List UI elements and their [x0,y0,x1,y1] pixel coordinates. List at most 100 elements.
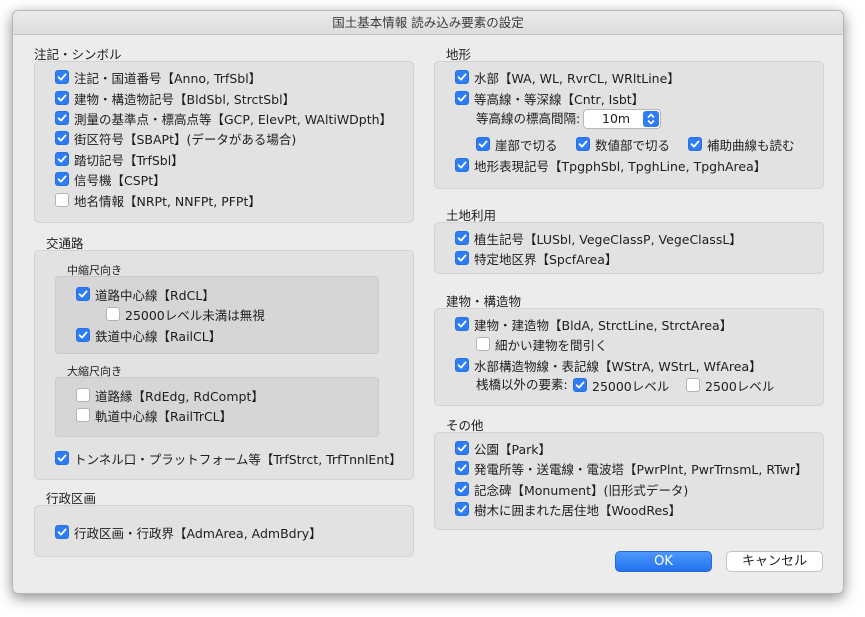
checkbox-row-cut-numeric[interactable]: 数値部で切る [576,135,670,153]
contour-interval-select[interactable]: 10m [583,109,661,129]
checkbox[interactable] [476,337,490,351]
checkbox-row-building[interactable]: 建物・建造物【BldA, StrctLine, StrctArea】 [455,315,732,333]
checkbox-label: トンネル口・プラットフォーム等【TrfStrct, TrfTnnlEnt】 [74,451,402,467]
checkbox[interactable] [573,378,587,392]
checkmark-icon [57,528,67,536]
checkbox[interactable] [455,70,469,84]
cancel-button[interactable]: キャンセル [726,551,823,572]
checkbox-label: 行政区画・行政界【AdmArea, AdmBdry】 [74,525,322,541]
checkbox-label: 信号機【CSPt】 [74,172,166,188]
ok-button[interactable]: OK [615,551,712,572]
checkbox[interactable] [76,287,90,301]
checkbox[interactable] [55,525,69,539]
checkbox[interactable] [106,307,120,321]
checkbox[interactable] [476,137,490,151]
checkbox-row-water-structure[interactable]: 水部構造物線・表記線【WStrA, WStrL, WfArea】 [455,356,762,374]
checkmark-icon [578,140,588,148]
checkbox[interactable] [455,91,469,105]
checkbox-label: 道路中心線【RdCL】 [95,287,215,303]
checkbox[interactable] [55,193,69,207]
checkbox[interactable] [455,502,469,516]
checkbox-row-annotation[interactable]: 注記・国道番号【Anno, TrfSbl】 [55,68,261,86]
checkbox-label: 2500レベル [705,378,775,394]
checkmark-icon [457,485,467,493]
checkbox[interactable] [55,70,69,84]
checkbox[interactable] [686,378,700,392]
checkbox-row-ignore-level[interactable]: 25000レベル未満は無視 [106,305,265,323]
checkmark-icon [457,94,467,102]
checkbox-row-rail-center[interactable]: 鉄道中心線【RailCL】 [76,326,221,344]
checkbox-label: 発電所等・送電線・電波塔【PwrPlnt, PwrTrnsmL, RTwr】 [474,461,808,477]
checkbox-row-terrain-symbol[interactable]: 地形表現記号【TpgphSbl, TpghLine, TpghArea】 [455,156,766,174]
checkbox-row-level-2500[interactable]: 2500レベル [686,376,774,394]
checkmark-icon [57,94,67,102]
checkbox[interactable] [55,152,69,166]
checkbox-label: 軌道中心線【RailTrCL】 [95,408,233,424]
checkbox[interactable] [455,231,469,245]
checkbox[interactable] [455,317,469,331]
checkbox-label: 注記・国道番号【Anno, TrfSbl】 [74,70,262,86]
checkbox[interactable] [455,251,469,265]
checkbox-row-track-center[interactable]: 軌道中心線【RailTrCL】 [76,406,232,424]
checkbox-label: 踏切記号【TrfSbl】 [74,152,184,168]
checkbox[interactable] [455,461,469,475]
checkmark-icon [457,234,467,242]
checkbox-label: 公園【Park】 [474,441,552,457]
checkbox[interactable] [576,137,590,151]
checkmark-icon [457,505,467,513]
checkbox-row-road-edge[interactable]: 道路縁【RdEdg, RdCompt】 [76,386,264,404]
checkbox-row-power-plant[interactable]: 発電所等・送電線・電波塔【PwrPlnt, PwrTrnsmL, RTwr】 [455,459,808,477]
checkbox[interactable] [455,358,469,372]
checkbox-row-contour[interactable]: 等高線・等深線【Cntr, Isbt】 [455,89,644,107]
checkbox-label: 植生記号【LUSbl, VegeClassP, VegeClassL】 [474,231,742,247]
checkbox[interactable] [76,328,90,342]
checkbox-row-place-name[interactable]: 地名情報【NRPt, NNFPt, PFPt】 [55,191,261,209]
checkbox[interactable] [455,482,469,496]
checkbox-row-cut-cliff[interactable]: 崖部で切る [476,135,558,153]
checkbox-row-water[interactable]: 水部【WA, WL, RvrCL, WRltLine】 [455,68,680,86]
checkmark-icon [57,155,67,163]
checkbox-row-vegetation[interactable]: 植生記号【LUSbl, VegeClassP, VegeClassL】 [455,229,742,247]
contour-interval-label: 等高線の標高間隔: [476,111,581,126]
checkbox[interactable] [76,408,90,422]
checkbox-label: 建物・建造物【BldA, StrctLine, StrctArea】 [474,317,733,333]
checkbox-row-block-code[interactable]: 街区符号【SBAPt】(データがある場合) [55,129,296,147]
checkbox-row-tunnel[interactable]: トンネル口・プラットフォーム等【TrfStrct, TrfTnnlEnt】 [55,449,402,467]
checkbox[interactable] [688,137,702,151]
checkbox-label: 崖部で切る [495,137,558,153]
window-title: 国土基本情報 読み込み要素の設定 [13,11,843,35]
checkbox[interactable] [55,131,69,145]
checkbox[interactable] [455,158,469,172]
checkmark-icon [575,381,585,389]
checkbox[interactable] [76,388,90,402]
checkmark-icon [478,140,488,148]
checkbox[interactable] [455,441,469,455]
checkbox[interactable] [55,172,69,186]
checkbox[interactable] [55,111,69,125]
checkbox-row-monument[interactable]: 記念碑【Monument】(旧形式データ) [455,480,688,498]
checkbox-row-thin-buildings[interactable]: 細かい建物を間引く [476,335,608,353]
checkbox-row-signal[interactable]: 信号機【CSPt】 [55,170,166,188]
checkbox-label: 数値部で切る [595,137,671,153]
checkbox-row-special-area[interactable]: 特定地区界【SpcfArea】 [455,249,617,267]
checkbox-row-wooded-residence[interactable]: 樹木に囲まれた居住地【WoodRes】 [455,500,681,518]
checkbox[interactable] [55,91,69,105]
checkbox-label: 25000レベル未満は無視 [125,307,265,323]
checkbox-label: 記念碑【Monument】(旧形式データ) [474,482,689,498]
checkbox[interactable] [55,451,69,465]
checkbox-row-building-symbol[interactable]: 建物・構造物記号【BldSbl, StrctSbl】 [55,89,295,107]
checkbox-row-aux-contour[interactable]: 補助曲線も読む [688,135,795,153]
checkmark-icon [457,320,467,328]
checkbox-row-admin-area[interactable]: 行政区画・行政界【AdmArea, AdmBdry】 [55,523,322,541]
checkmark-icon [457,361,467,369]
checkbox-row-survey-point[interactable]: 測量の基準点・標高点等【GCP, ElevPt, WAltiWDpth】 [55,109,392,127]
contour-interval-value: 10m [602,111,631,126]
checkmark-icon [78,290,88,298]
checkbox-label: 地形表現記号【TpgphSbl, TpghLine, TpghArea】 [474,158,767,174]
settings-dialog: 国土基本情報 読み込み要素の設定 注記・シンボル 注記・国道番号【Anno, T… [12,10,844,594]
checkmark-icon [57,114,67,122]
checkbox-row-level-25000[interactable]: 25000レベル [573,376,669,394]
checkbox-row-road-center[interactable]: 道路中心線【RdCL】 [76,285,215,303]
checkbox-row-crossing[interactable]: 踏切記号【TrfSbl】 [55,150,184,168]
checkbox-row-park[interactable]: 公園【Park】 [455,439,551,457]
